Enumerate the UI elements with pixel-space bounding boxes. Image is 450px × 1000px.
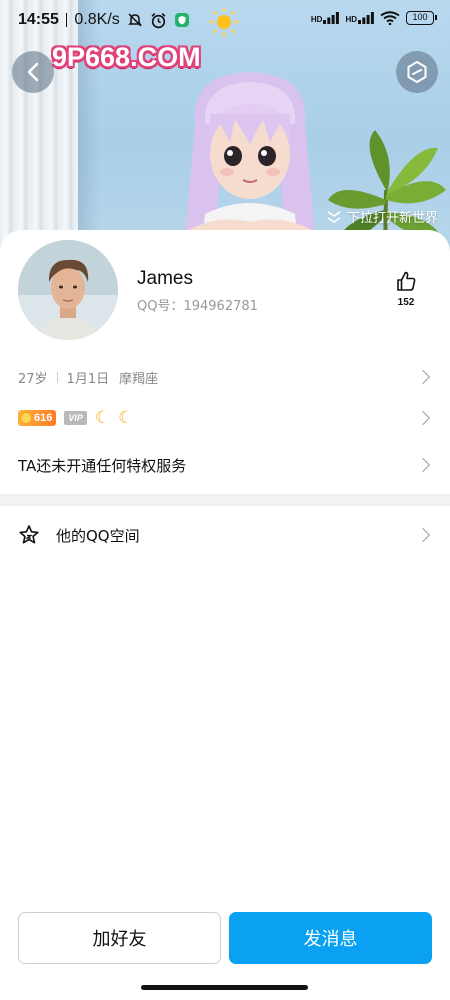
moon-icon: ☾	[94, 408, 111, 428]
status-time: 14:55	[18, 11, 59, 28]
weather-sun-icon	[208, 6, 240, 38]
pull-hint-text: 下拉打开新世界	[346, 211, 438, 226]
chevron-right-icon	[415, 457, 431, 473]
privilege-row[interactable]: TA还未开通任何特权服务	[0, 452, 450, 478]
profile-name: James	[137, 268, 193, 289]
avatar-photo	[18, 240, 118, 340]
coin-icon	[20, 412, 32, 424]
chevron-right-icon	[415, 527, 431, 543]
age-text: 27岁	[18, 371, 48, 387]
pull-down-hint[interactable]: 下拉打开新世界	[326, 207, 438, 226]
privilege-text: TA还未开通任何特权服务	[18, 456, 187, 475]
profile-card: James QQ号：194962781 152 27岁 1月1日 摩羯座 616…	[0, 230, 450, 1000]
level-badge: 616	[18, 410, 57, 426]
bottom-action-bar: 加好友 发消息	[0, 912, 450, 964]
wifi-icon	[380, 11, 400, 25]
level-number: 616	[34, 412, 53, 424]
battery-indicator: 100	[406, 11, 437, 25]
signal-icon-1	[323, 12, 340, 24]
chevron-left-icon	[27, 62, 39, 82]
qq-number: QQ号：194962781	[137, 295, 258, 314]
section-divider	[0, 494, 450, 506]
hexagon-switch-icon	[407, 60, 427, 84]
send-message-button[interactable]: 发消息	[229, 912, 432, 964]
back-button[interactable]	[12, 51, 54, 93]
mode-switch-button[interactable]	[396, 51, 438, 93]
shield-app-icon	[174, 13, 189, 27]
star-icon	[19, 525, 39, 544]
like-count: 152	[397, 297, 415, 308]
qzone-row[interactable]: 他的QQ空间	[0, 520, 450, 550]
avatar[interactable]	[18, 240, 118, 340]
chevron-right-icon	[415, 410, 431, 426]
thumbs-up-icon	[397, 271, 416, 291]
qq-label: QQ号：	[137, 299, 184, 314]
watermark-text: 9P668.COM	[52, 42, 201, 72]
qq-number-value: 194962781	[183, 299, 258, 314]
vip-badge: VIP	[64, 411, 87, 425]
profile-banner[interactable]: 14:55 0.8K/s HD HD 100 9P668.COM 下拉打开新世界	[0, 0, 450, 262]
add-friend-button[interactable]: 加好友	[18, 912, 221, 964]
like-button[interactable]: 152	[392, 270, 420, 308]
network-speed: 0.8K/s	[74, 11, 120, 28]
bell-muted-icon	[127, 13, 142, 27]
hd-label-2: HD	[345, 15, 357, 24]
home-indicator[interactable]	[141, 985, 308, 990]
alarm-icon	[151, 12, 166, 28]
basic-info-row[interactable]: 27岁 1月1日 摩羯座	[0, 365, 450, 389]
status-separator	[65, 13, 68, 27]
badges-row[interactable]: 616 VIP ☾ ☾	[0, 406, 450, 430]
zodiac-text: 摩羯座	[119, 371, 159, 387]
status-bar: 14:55 0.8K/s HD HD 100	[0, 0, 450, 40]
moon-icon: ☾	[118, 408, 134, 428]
birthday-text: 1月1日	[66, 371, 110, 387]
hd-label-1: HD	[310, 15, 323, 24]
chevron-right-icon	[415, 369, 431, 385]
signal-icon-2	[358, 12, 374, 24]
double-chevron-down-icon	[327, 210, 341, 223]
info-separator	[56, 371, 58, 383]
qzone-label: 他的QQ空间	[56, 526, 140, 545]
